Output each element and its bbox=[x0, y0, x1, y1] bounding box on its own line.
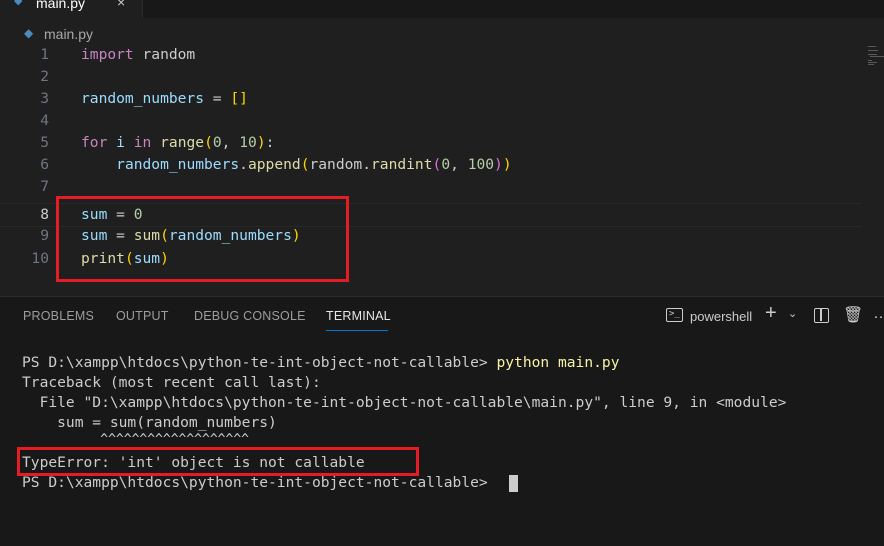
code-text: import random bbox=[81, 46, 196, 63]
tab-problems[interactable]: PROBLEMS bbox=[23, 309, 94, 323]
code-line: 4 bbox=[0, 110, 862, 132]
close-icon[interactable]: × bbox=[117, 0, 125, 10]
breadcrumb: ◆ main.py bbox=[0, 22, 884, 46]
terminal-line: File "D:\xampp\htdocs\python-te-int-obje… bbox=[22, 394, 787, 411]
terminal-icon: >_ bbox=[666, 308, 683, 322]
code-text: random_numbers.append(random.randint(0, … bbox=[116, 156, 512, 173]
editor-tab-bar: ◆ main.py × bbox=[0, 0, 884, 18]
terminal-line: Traceback (most recent call last): bbox=[22, 374, 321, 391]
line-number: 8 bbox=[40, 206, 49, 223]
python-icon: ◆ bbox=[14, 0, 23, 7]
tab-output[interactable]: OUTPUT bbox=[116, 309, 169, 323]
line-number: 9 bbox=[40, 227, 49, 244]
line-number: 5 bbox=[40, 134, 49, 151]
add-terminal-icon[interactable]: + bbox=[765, 302, 777, 325]
code-line: 3 random_numbers = [] bbox=[0, 88, 862, 110]
highlight-box bbox=[17, 447, 419, 476]
code-text: random_numbers = [] bbox=[81, 90, 248, 107]
tab-terminal[interactable]: TERMINAL bbox=[326, 309, 391, 323]
code-line: 6 random_numbers.append(random.randint(0… bbox=[0, 154, 862, 176]
code-text: for i in range(0, 10): bbox=[81, 134, 275, 151]
more-icon[interactable]: … bbox=[873, 305, 884, 323]
highlight-box bbox=[56, 196, 349, 282]
line-number: 2 bbox=[40, 68, 49, 85]
line-number: 4 bbox=[40, 112, 49, 129]
code-line: 1 import random bbox=[0, 44, 862, 66]
line-number: 10 bbox=[31, 250, 49, 267]
terminal-line: PS D:\xampp\htdocs\python-te-int-object-… bbox=[22, 474, 497, 491]
tab-label: main.py bbox=[36, 0, 86, 11]
code-line: 5 for i in range(0, 10): bbox=[0, 132, 862, 154]
trash-icon[interactable]: 🗑 bbox=[843, 305, 863, 325]
terminal-shell-label[interactable]: powershell bbox=[690, 309, 752, 324]
terminal-command: python main.py bbox=[496, 354, 620, 371]
line-number: 7 bbox=[40, 178, 49, 195]
python-icon: ◆ bbox=[24, 26, 34, 40]
breadcrumb-file[interactable]: main.py bbox=[44, 26, 93, 42]
line-number: 1 bbox=[40, 46, 49, 63]
code-line: 2 bbox=[0, 66, 862, 88]
chevron-down-icon[interactable]: ⌄ bbox=[788, 307, 797, 320]
bottom-panel: PROBLEMS OUTPUT DEBUG CONSOLE TERMINAL >… bbox=[0, 296, 884, 546]
terminal-cursor bbox=[509, 475, 518, 492]
line-number: 3 bbox=[40, 90, 49, 107]
tab-debug-console[interactable]: DEBUG CONSOLE bbox=[194, 309, 306, 323]
active-tab-indicator bbox=[326, 330, 388, 331]
code-line: 7 bbox=[0, 176, 862, 198]
terminal-line: PS D:\xampp\htdocs\python-te-int-object-… bbox=[22, 353, 619, 373]
terminal-prompt: PS D:\xampp\htdocs\python-te-int-object-… bbox=[22, 354, 497, 371]
minimap[interactable] bbox=[868, 46, 884, 66]
line-number: 6 bbox=[40, 156, 49, 173]
split-terminal-icon[interactable] bbox=[814, 308, 829, 323]
tab-main-py[interactable]: ◆ main.py × bbox=[0, 0, 143, 18]
